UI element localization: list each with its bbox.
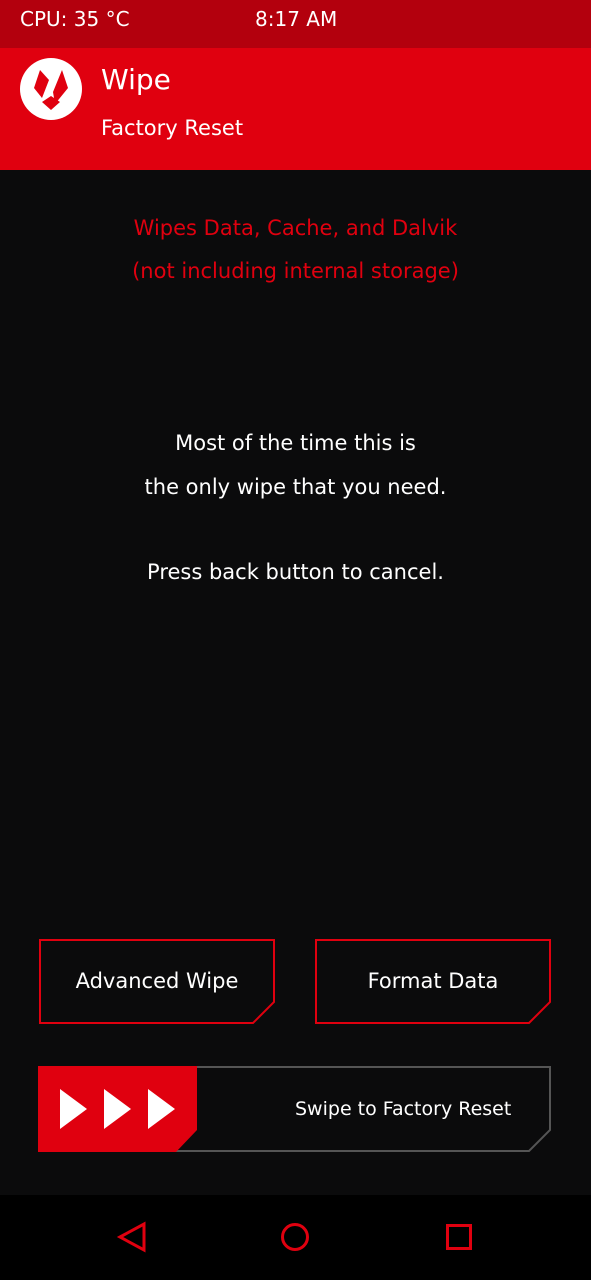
warning-text-line1: Wipes Data, Cache, and Dalvik (133, 216, 458, 240)
clock: 8:17 AM (255, 7, 338, 31)
warning-text-line2: (not including internal storage) (132, 259, 459, 283)
slider-label: Swipe to Factory Reset (295, 1098, 512, 1120)
advanced-wipe-button[interactable]: Advanced Wipe (39, 939, 275, 1024)
home-circle-icon[interactable] (275, 1217, 315, 1257)
advanced-wipe-label: Advanced Wipe (75, 969, 239, 993)
swipe-to-factory-reset-slider[interactable]: Swipe to Factory Reset (38, 1066, 551, 1152)
status-bar: CPU: 35 °C 8:17 AM (0, 0, 591, 48)
cancel-hint-text: Press back button to cancel. (147, 560, 444, 584)
cpu-temperature: CPU: 35 °C (20, 7, 130, 31)
recents-square-icon[interactable] (439, 1217, 479, 1257)
format-data-button[interactable]: Format Data (315, 939, 551, 1024)
triple-arrow-right-icon[interactable] (38, 1066, 198, 1152)
info-text-line1: Most of the time this is (175, 431, 416, 455)
back-triangle-icon[interactable] (112, 1217, 152, 1257)
main-content: Wipes Data, Cache, and Dalvik (not inclu… (0, 170, 591, 1195)
header: Wipe Factory Reset (0, 48, 591, 170)
info-text-line2: the only wipe that you need. (144, 475, 447, 499)
twrp-logo-icon (20, 58, 82, 120)
format-data-label: Format Data (367, 969, 499, 993)
navigation-bar (0, 1195, 591, 1280)
page-title: Wipe (101, 63, 171, 96)
page-subtitle: Factory Reset (101, 116, 244, 140)
